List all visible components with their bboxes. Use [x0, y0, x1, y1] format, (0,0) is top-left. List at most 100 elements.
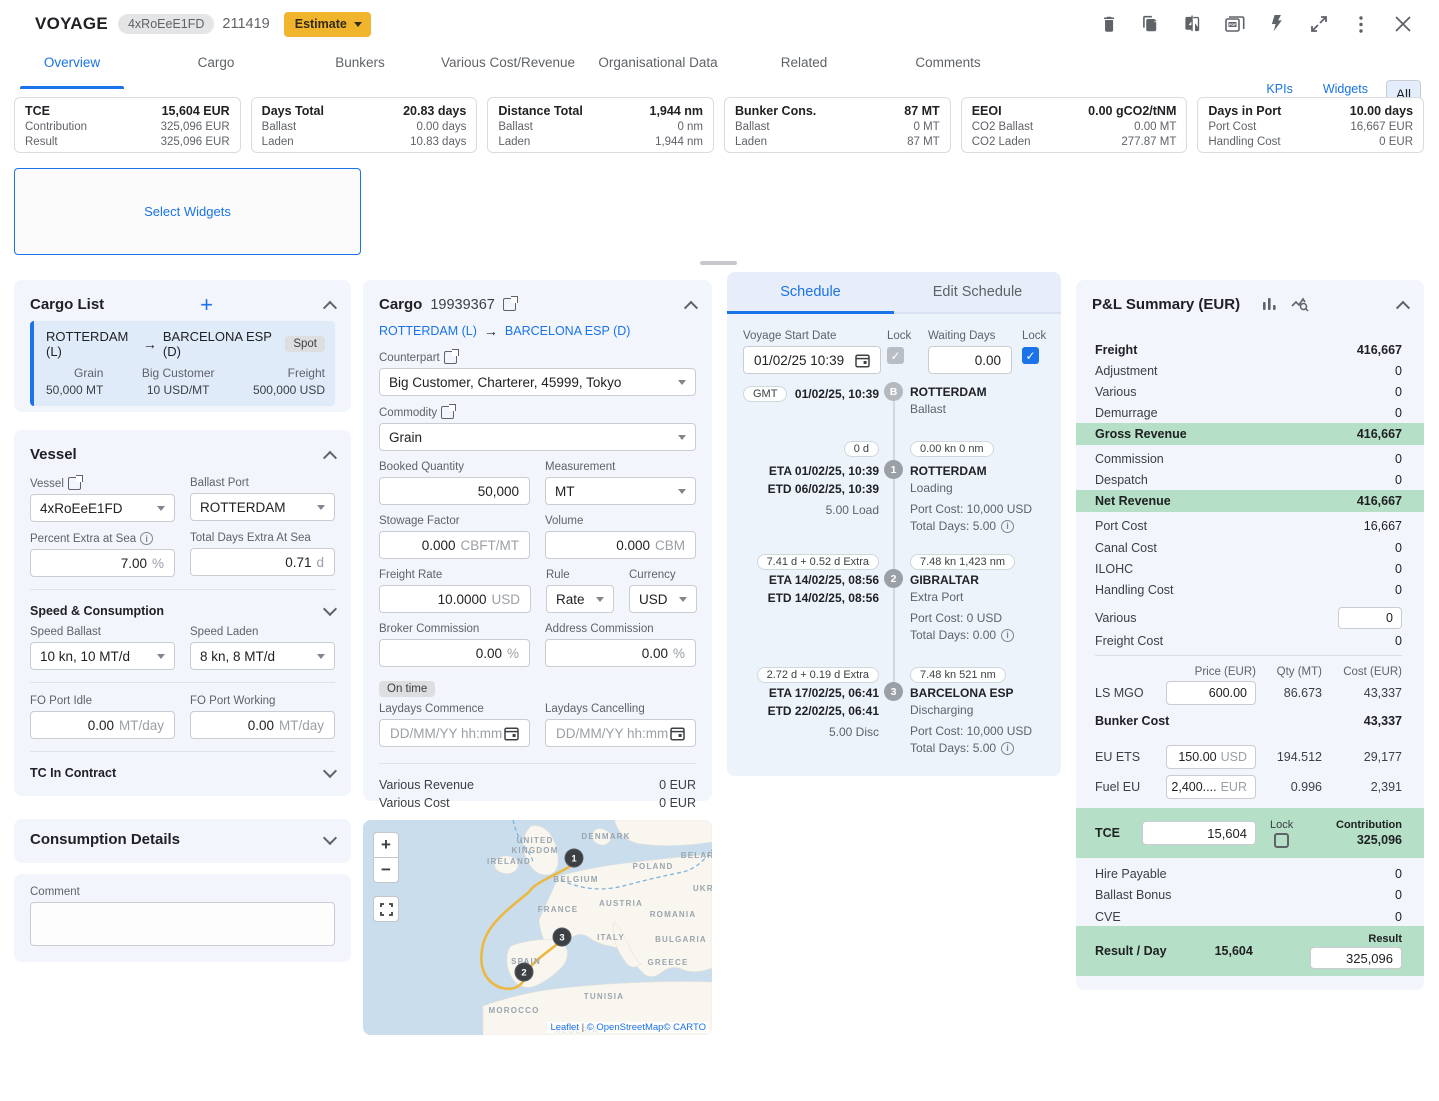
- collapse-cargo-list-icon[interactable]: [323, 300, 337, 314]
- info-icon: i: [1001, 629, 1014, 642]
- timeline-node-3: 3: [884, 682, 903, 701]
- collapse-cargo-icon[interactable]: [684, 300, 698, 314]
- calendar-icon[interactable]: [855, 353, 870, 368]
- estimate-button[interactable]: Estimate: [284, 12, 371, 37]
- route-link-to[interactable]: BARCELONA ESP (D): [505, 324, 631, 338]
- svg-text:AUSTRIA: AUSTRIA: [599, 899, 643, 908]
- commodity-external-link-icon[interactable]: [441, 406, 454, 419]
- route-link-from[interactable]: ROTTERDAM (L): [379, 324, 477, 338]
- comment-textarea[interactable]: [30, 902, 335, 946]
- cargo-list-item[interactable]: ROTTERDAM (L) → BARCELONA ESP (D) Spot G…: [30, 321, 335, 406]
- svg-text:UNITED: UNITED: [517, 836, 554, 845]
- percent-extra-at-sea-input[interactable]: 7.00%: [30, 549, 175, 577]
- volume-input[interactable]: 0.000CBM: [545, 531, 696, 559]
- expand-speed-icon[interactable]: [323, 602, 337, 616]
- waiting-days-input[interactable]: 0.00: [928, 346, 1012, 374]
- speed-laden-select[interactable]: 8 kn, 8 MT/d: [190, 642, 335, 670]
- rule-select[interactable]: Rate: [546, 585, 614, 613]
- chevron-down-icon: [317, 505, 325, 510]
- bar-chart-icon[interactable]: [1262, 297, 1277, 312]
- stowage-factor-input[interactable]: 0.000CBFT/MT: [379, 531, 530, 559]
- commodity-select[interactable]: Grain: [379, 423, 696, 451]
- waiting-days-lock-checkbox[interactable]: ✓: [1022, 347, 1039, 364]
- svg-text:TUNISIA: TUNISIA: [584, 992, 624, 1001]
- expand-icon[interactable]: [1309, 14, 1329, 34]
- collapse-pnl-icon[interactable]: [1396, 300, 1410, 314]
- expand-consumption-icon[interactable]: [323, 830, 337, 844]
- delete-icon[interactable]: [1099, 14, 1119, 34]
- tab-edit-schedule[interactable]: Edit Schedule: [894, 272, 1061, 312]
- address-commission-input[interactable]: 0.00%: [545, 639, 696, 667]
- lsmgo-price-input[interactable]: 600.00: [1166, 681, 1256, 705]
- svg-text:POLAND: POLAND: [633, 862, 674, 871]
- calendar-icon[interactable]: [670, 726, 685, 741]
- fo-port-idle-input[interactable]: 0.00MT/day: [30, 711, 175, 739]
- pnl-various-input[interactable]: 0: [1338, 607, 1402, 629]
- info-icon: i: [1001, 742, 1014, 755]
- spot-badge: Spot: [285, 336, 325, 352]
- booked-quantity-input[interactable]: 50,000: [379, 477, 530, 505]
- counterpart-external-link-icon[interactable]: [444, 351, 457, 364]
- svg-text:PDF: PDF: [1229, 23, 1237, 27]
- svg-text:BELGIUM: BELGIUM: [553, 875, 598, 884]
- tab-related[interactable]: Related: [732, 48, 876, 80]
- expand-tc-icon[interactable]: [323, 764, 337, 778]
- voyage-start-date-input[interactable]: 01/02/25 10:39: [743, 346, 881, 374]
- vessel-select[interactable]: 4xRoEeE1FD: [30, 494, 175, 522]
- speed-ballast-select[interactable]: 10 kn, 10 MT/d: [30, 642, 175, 670]
- close-icon[interactable]: [1393, 14, 1413, 34]
- laydays-commence-input[interactable]: DD/MM/YY hh:mm: [379, 719, 530, 747]
- svg-text:BULGARIA: BULGARIA: [655, 935, 707, 944]
- pdf-export-icon[interactable]: PDF: [1225, 14, 1245, 34]
- currency-select[interactable]: USD: [629, 585, 697, 613]
- more-menu-icon[interactable]: [1351, 14, 1371, 34]
- calendar-icon[interactable]: [504, 726, 519, 741]
- tab-comments[interactable]: Comments: [876, 48, 1020, 80]
- duplicate-icon[interactable]: [1141, 14, 1161, 34]
- flash-icon[interactable]: [1267, 14, 1287, 34]
- start-date-lock-checkbox[interactable]: ✓: [887, 347, 904, 364]
- counterpart-select[interactable]: Big Customer, Charterer, 45999, Tokyo: [379, 368, 696, 396]
- select-widgets-button[interactable]: Select Widgets: [14, 168, 361, 255]
- trend-analysis-icon[interactable]: [1291, 297, 1309, 312]
- tab-various-cost-revenue[interactable]: Various Cost/Revenue: [432, 48, 584, 80]
- laydays-cancelling-input[interactable]: DD/MM/YY hh:mm: [545, 719, 696, 747]
- tab-cargo[interactable]: Cargo: [144, 48, 288, 80]
- total-days-extra-input[interactable]: 0.71d: [190, 548, 335, 576]
- ballast-port-select[interactable]: ROTTERDAM: [190, 493, 335, 521]
- tce-input[interactable]: 15,604: [1142, 821, 1256, 845]
- tab-bunkers[interactable]: Bunkers: [288, 48, 432, 80]
- chevron-down-icon: [354, 22, 362, 27]
- fo-port-working-input[interactable]: 0.00MT/day: [190, 711, 335, 739]
- vessel-panel: Vessel Vessel 4xRoEeE1FD Ballast Port RO…: [14, 430, 351, 796]
- euets-price-input[interactable]: 150.00USD: [1166, 745, 1256, 769]
- osm-link[interactable]: © OpenStreetMap: [587, 1022, 664, 1033]
- result-input[interactable]: 325,096: [1310, 947, 1402, 969]
- add-cargo-icon[interactable]: +: [200, 297, 213, 313]
- tab-organisational-data[interactable]: Organisational Data: [584, 48, 732, 80]
- vessel-chip: 4xRoEeE1FD: [118, 14, 214, 34]
- leaflet-link[interactable]: Leaflet: [550, 1022, 579, 1033]
- map-zoom-in-button[interactable]: +: [373, 832, 399, 858]
- carto-link[interactable]: © CARTO: [663, 1022, 706, 1033]
- various-revenue-value: 0 EUR: [659, 776, 696, 794]
- chevron-down-icon: [678, 380, 686, 385]
- various-cost-value: 0 EUR: [659, 794, 696, 812]
- fueleu-price-input[interactable]: 2,400....EUR: [1166, 775, 1256, 799]
- route-map[interactable]: + − UNITED KINGDOM IRELAND DENMARK BELGI…: [363, 820, 712, 1035]
- map-zoom-out-button[interactable]: −: [373, 857, 399, 883]
- freight-rate-input[interactable]: 10.0000USD: [379, 585, 531, 613]
- broker-commission-input[interactable]: 0.00%: [379, 639, 530, 667]
- tab-overview[interactable]: Overview: [0, 48, 144, 80]
- panel-resize-handle[interactable]: [700, 261, 737, 265]
- collapse-vessel-icon[interactable]: [323, 450, 337, 464]
- tab-schedule[interactable]: Schedule: [727, 272, 894, 312]
- vessel-external-link-icon[interactable]: [68, 477, 81, 490]
- chevron-down-icon: [596, 597, 604, 602]
- compare-icon[interactable]: [1183, 14, 1203, 34]
- tce-lock-checkbox[interactable]: [1274, 833, 1289, 848]
- various-cost-label: Various Cost: [379, 794, 450, 812]
- measurement-select[interactable]: MT: [545, 477, 696, 505]
- cargo-external-link-icon[interactable]: [503, 298, 516, 311]
- map-fullscreen-button[interactable]: [373, 896, 399, 922]
